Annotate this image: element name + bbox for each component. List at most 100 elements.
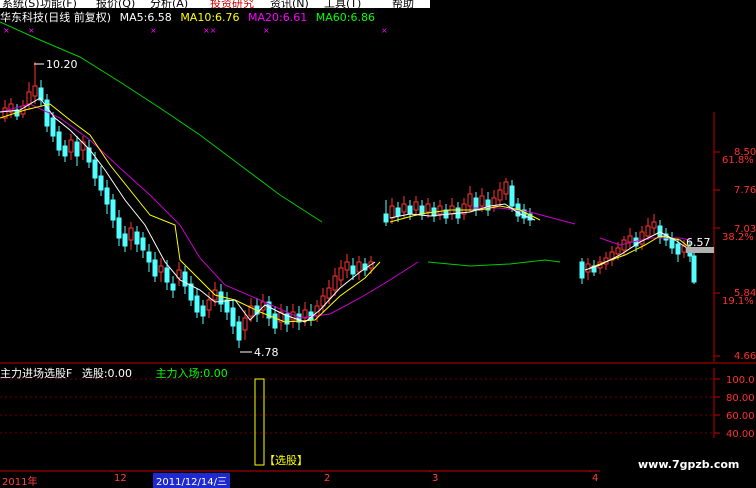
axis-price-2: 7.76 bbox=[734, 185, 756, 196]
candle-body bbox=[164, 267, 170, 283]
candle-body bbox=[350, 265, 356, 275]
candle-body bbox=[503, 181, 509, 195]
candle-body bbox=[68, 139, 74, 153]
candle-body bbox=[413, 201, 419, 211]
current-price-label: 6.57 bbox=[686, 236, 711, 249]
candle-body bbox=[401, 203, 407, 213]
indicator-value-zhuli: 主力入场:0.00 bbox=[155, 367, 228, 380]
candle-body bbox=[152, 259, 158, 277]
event-markers: × × × ×× × × bbox=[3, 26, 388, 35]
axis-pct-4: 19.1% bbox=[722, 296, 754, 307]
candle-body bbox=[621, 239, 627, 251]
candle-body bbox=[158, 265, 164, 273]
candle-body bbox=[74, 141, 80, 157]
watermark: www.7gpzb.com bbox=[638, 458, 740, 471]
time-label-2011: 2011年 bbox=[2, 477, 38, 488]
candle-body bbox=[182, 271, 188, 287]
candle-body bbox=[338, 267, 344, 281]
candle-body bbox=[645, 225, 651, 237]
svg-text:×: × bbox=[150, 26, 157, 35]
signal-label: 【选股】 bbox=[264, 454, 308, 467]
svg-text:×: × bbox=[381, 26, 388, 35]
candle-body bbox=[425, 203, 431, 213]
time-label-12: 12 bbox=[114, 473, 127, 484]
indicator-header: 主力进场选股F 选股:0.00 主力入场:0.00 bbox=[0, 365, 234, 381]
ind-axis-100: 100.0 bbox=[726, 375, 755, 386]
svg-text:×: × bbox=[263, 26, 270, 35]
candle-body bbox=[615, 247, 621, 255]
ma60-line-segment-2 bbox=[427, 259, 561, 267]
ind-axis-40: 40.00 bbox=[726, 429, 755, 440]
candle-body bbox=[627, 235, 633, 243]
candle-body bbox=[419, 205, 425, 215]
candle-body bbox=[579, 261, 585, 279]
ind-axis-80: 80.00 bbox=[726, 393, 755, 404]
indicator-name[interactable]: 主力进场选股F bbox=[0, 367, 72, 380]
ind-axis-60: 60.00 bbox=[726, 411, 755, 422]
indicator-axis-labels: 100.0 80.00 60.00 40.00 bbox=[726, 375, 755, 440]
candle-body bbox=[437, 205, 443, 215]
candle-body bbox=[344, 261, 350, 271]
candle-body bbox=[206, 299, 212, 311]
candle-body bbox=[32, 85, 38, 97]
candle-body bbox=[272, 313, 278, 329]
indicator-value-xuangu: 选股:0.00 bbox=[81, 367, 133, 380]
candle-body bbox=[356, 261, 362, 273]
time-label-4: 4 bbox=[592, 473, 599, 484]
right-axis-labels: 8.50 61.8% 7.76 7.03 38.2% 5.84 19.1% 4.… bbox=[722, 147, 756, 362]
candle-body bbox=[332, 275, 338, 291]
indicator-grid bbox=[0, 378, 714, 434]
candle-body bbox=[218, 291, 224, 305]
candle-body bbox=[116, 217, 122, 239]
candle-body bbox=[509, 185, 515, 207]
ma5-line bbox=[0, 97, 376, 323]
candle-body bbox=[497, 189, 503, 201]
axis-pct-1: 61.8% bbox=[722, 155, 754, 166]
candle-body bbox=[50, 117, 56, 137]
candle-body bbox=[134, 231, 140, 245]
candle-body bbox=[467, 193, 473, 207]
low-price-label: 4.78 bbox=[254, 346, 279, 359]
candle-body bbox=[128, 227, 134, 241]
svg-text:××: ×× bbox=[203, 26, 216, 35]
candle-body bbox=[140, 237, 146, 251]
candle-body bbox=[675, 243, 681, 255]
svg-text:×: × bbox=[3, 26, 10, 35]
axis-price-5: 4.66 bbox=[734, 351, 756, 362]
candle-body bbox=[110, 199, 116, 221]
candle-body bbox=[92, 159, 98, 179]
candle-body bbox=[26, 91, 32, 105]
candle-body bbox=[691, 255, 697, 283]
time-axis: 2011年 12 2 3 4 bbox=[0, 472, 600, 488]
candle-body bbox=[230, 307, 236, 327]
candle-body bbox=[98, 175, 104, 191]
high-price-label: 10.20 bbox=[46, 58, 78, 71]
candle-body bbox=[62, 145, 68, 157]
candle-body bbox=[651, 221, 657, 229]
candle-body bbox=[242, 317, 248, 331]
candle-body bbox=[146, 251, 152, 263]
svg-text:×: × bbox=[28, 26, 35, 35]
candle-body bbox=[383, 213, 389, 223]
ma20-line bbox=[0, 103, 419, 319]
candle-body bbox=[56, 131, 62, 151]
axis-pct-3: 38.2% bbox=[722, 232, 754, 243]
time-label-3: 3 bbox=[432, 473, 439, 484]
candle-body bbox=[122, 233, 128, 247]
candle-body bbox=[194, 295, 200, 313]
cursor-date: 2011/12/14/三 bbox=[153, 473, 231, 488]
candle-body bbox=[104, 187, 110, 205]
candle-body bbox=[224, 299, 230, 313]
candle-body bbox=[395, 207, 401, 217]
candle-body bbox=[407, 205, 413, 215]
right-axis-ticks bbox=[714, 151, 720, 434]
candle-body bbox=[236, 321, 242, 341]
time-label-2: 2 bbox=[324, 473, 331, 484]
kline-chart[interactable]: × × × ×× × × 10.20 4.78 6.57 8.50 61.8% 7.76… bbox=[0, 0, 756, 487]
candle-body bbox=[170, 283, 176, 291]
candlesticks bbox=[2, 62, 697, 348]
candle-body bbox=[389, 205, 395, 219]
candle-body bbox=[479, 195, 485, 207]
candle-body bbox=[200, 305, 206, 317]
candle-body bbox=[585, 263, 591, 273]
